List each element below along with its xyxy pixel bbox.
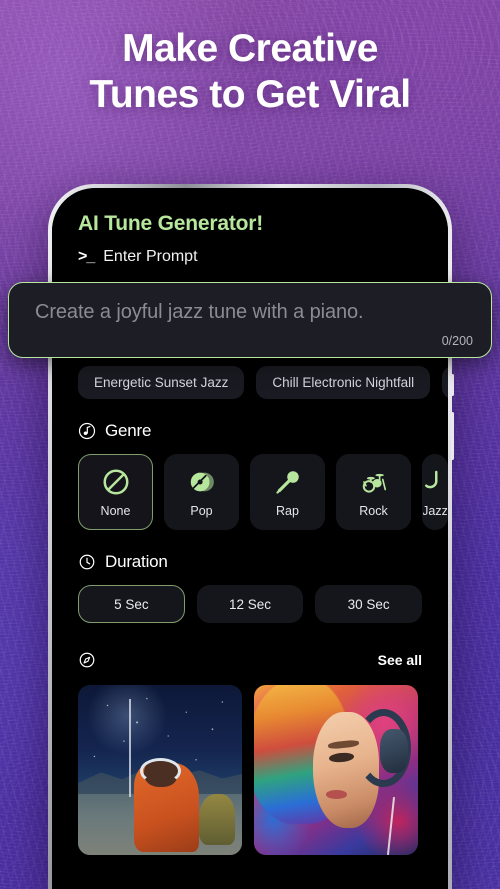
clock-icon (79, 554, 95, 570)
explore-card-artwork (78, 685, 242, 855)
genre-option-rap[interactable]: Rap (250, 454, 325, 530)
promo-headline: Make Creative Tunes to Get Viral (0, 26, 500, 117)
prompt-label: Enter Prompt (103, 248, 198, 265)
genre-section-header: Genre (52, 421, 448, 441)
drum-kit-icon (362, 473, 386, 493)
genre-option-rock[interactable]: Rock (336, 454, 411, 530)
phone-side-button[interactable] (451, 412, 454, 460)
app-title: AI Tune Generator! (78, 212, 264, 235)
genre-option-jazz[interactable]: Jazz (422, 454, 448, 530)
prompt-input-box[interactable]: Create a joyful jazz tune with a piano. … (8, 282, 492, 358)
genre-section-title: Genre (105, 421, 152, 440)
duration-options-row[interactable]: 5 Sec 12 Sec 30 Sec (52, 585, 448, 623)
duration-option-5sec[interactable]: 5 Sec (78, 585, 185, 623)
prompt-input-placeholder: Create a joyful jazz tune with a piano. (35, 301, 364, 323)
suggestion-chip[interactable]: Dreamy (442, 366, 448, 399)
genre-option-pop[interactable]: Pop (164, 454, 239, 530)
prompt-character-counter: 0/200 (441, 334, 473, 348)
phone-side-button[interactable] (451, 374, 454, 396)
music-note-icon (78, 422, 96, 440)
genre-options-row[interactable]: None Pop Rap Rock Jazz (52, 454, 448, 530)
suggestion-chips-row[interactable]: Energetic Sunset Jazz Chill Electronic N… (52, 366, 448, 399)
genre-option-label: None (100, 503, 131, 518)
terminal-prompt-icon: >_ (78, 248, 95, 265)
explore-section-header: Explore See all (52, 649, 448, 671)
headline-line-1: Make Creative (122, 27, 378, 70)
prompt-label-row: >_ Enter Prompt (52, 236, 448, 266)
microphone-icon (275, 470, 299, 494)
explore-cards-row[interactable] (52, 685, 448, 855)
compass-icon (79, 652, 95, 668)
genre-option-label: Pop (190, 503, 213, 518)
vinyl-record-icon (190, 472, 214, 491)
genre-option-label: Rock (359, 503, 388, 518)
genre-option-none[interactable]: None (78, 454, 153, 530)
headline-line-2: Tunes to Get Viral (89, 72, 411, 116)
duration-option-12sec[interactable]: 12 Sec (196, 585, 304, 623)
genre-option-label: Rap (276, 503, 299, 518)
suggestion-chip[interactable]: Chill Electronic Nightfall (256, 366, 431, 399)
see-all-link[interactable]: See all (378, 652, 422, 668)
saxophone-icon (425, 470, 438, 488)
genre-option-label: Jazz (422, 503, 448, 518)
explore-card-starry-night[interactable] (78, 685, 242, 855)
explore-section-title: Explore (96, 649, 166, 670)
duration-option-30sec[interactable]: 30 Sec (315, 585, 423, 623)
explore-card-artwork (254, 685, 418, 855)
suggestion-chip[interactable]: Energetic Sunset Jazz (78, 366, 245, 399)
duration-section-title: Duration (105, 552, 168, 571)
explore-card-colorful-portrait[interactable] (254, 685, 418, 855)
duration-section-header: Duration (52, 552, 448, 572)
prohibition-icon (103, 469, 128, 494)
